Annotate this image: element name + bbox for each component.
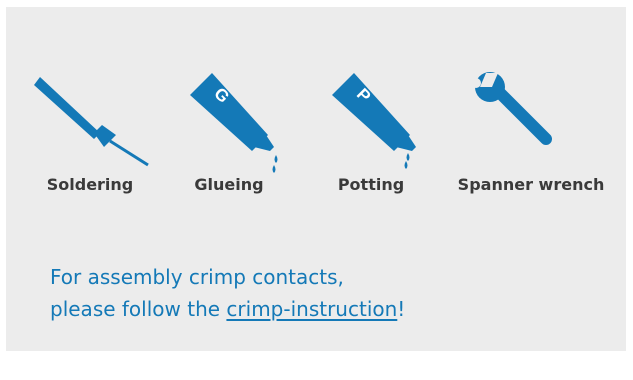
- potting-tube-icon: P: [332, 73, 416, 169]
- glue-tube-icon: G: [190, 73, 278, 173]
- tool-label-potting: Potting: [337, 175, 405, 194]
- tool-label-soldering: Soldering: [46, 175, 134, 194]
- crimp-note-prefix: please follow the: [50, 297, 227, 321]
- crimp-note-line2: please follow the crimp-instruction!: [50, 293, 405, 325]
- spanner-wrench-icon: [471, 72, 552, 145]
- tool-label-glueing: Glueing: [194, 175, 264, 194]
- info-panel: Soldering G Glueing P Potting Spanner wr…: [6, 7, 626, 351]
- tool-glueing: G Glueing: [174, 73, 284, 203]
- tool-soldering: Soldering: [30, 73, 150, 203]
- crimp-note-suffix: !: [397, 297, 406, 321]
- crimp-instruction-link[interactable]: crimp-instruction: [226, 297, 397, 321]
- crimp-note: For assembly crimp contacts, please foll…: [50, 261, 405, 325]
- tool-potting: P Potting: [316, 73, 426, 203]
- tool-spanner: Spanner wrench: [446, 72, 616, 203]
- soldering-iron-icon: [34, 77, 149, 167]
- tool-label-spanner: Spanner wrench: [457, 175, 605, 194]
- crimp-note-line1: For assembly crimp contacts,: [50, 265, 344, 289]
